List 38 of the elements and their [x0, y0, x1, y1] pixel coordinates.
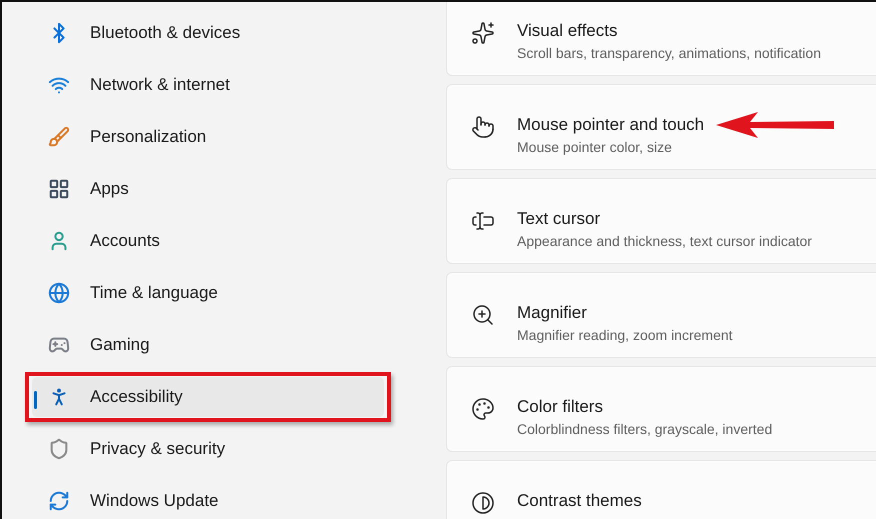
settings-card[interactable]: Magnifier Magnifier reading, zoom increment [446, 272, 876, 358]
sidebar-item[interactable]: Personalization [32, 117, 384, 157]
settings-card[interactable]: Visual effects Scroll bars, transparency, animations, notification [446, 2, 876, 76]
zoom-in-icon [471, 303, 495, 327]
card-title: Visual effects [517, 21, 618, 41]
card-subtitle: Magnifier reading, zoom increment [517, 327, 733, 343]
sidebar-item[interactable]: Privacy & security [32, 429, 384, 469]
card-subtitle: Colorblindness filters, grayscale, inverted [517, 421, 772, 437]
card-title: Contrast themes [517, 491, 642, 511]
sidebar-item[interactable]: Time & language [32, 273, 384, 313]
sidebar-item[interactable]: Bluetooth & devices [32, 13, 384, 53]
settings-card[interactable]: Text cursor Appearance and thickness, text cursor indicator [446, 178, 876, 264]
palette-icon [471, 397, 495, 421]
globe-icon [48, 282, 70, 304]
sidebar-item[interactable]: Accounts [32, 221, 384, 261]
sparkles-icon [471, 21, 495, 45]
card-title: Color filters [517, 397, 603, 417]
sidebar-item[interactable]: Gaming [32, 325, 384, 365]
settings-card[interactable]: Color filters Colorblindness filters, grayscale, inverted [446, 366, 876, 452]
sidebar-item[interactable]: Apps [32, 169, 384, 209]
card-title: Mouse pointer and touch [517, 115, 704, 135]
brush-icon [48, 126, 70, 148]
sidebar-item[interactable]: Windows Update [32, 481, 384, 519]
card-subtitle: Scroll bars, transparency, animations, notification [517, 45, 821, 61]
card-title: Magnifier [517, 303, 587, 323]
hand-pointer-icon [471, 115, 495, 139]
sidebar-item[interactable]: Accessibility [32, 377, 384, 417]
card-subtitle: Appearance and thickness, text cursor indicator [517, 233, 812, 249]
sidebar-item[interactable]: Network & internet [32, 65, 384, 105]
card-title: Text cursor [517, 209, 600, 229]
apps-grid-icon [48, 178, 70, 200]
settings-card[interactable]: Mouse pointer and touch Mouse pointer color, size [446, 84, 876, 170]
contrast-icon [471, 491, 495, 515]
settings-card[interactable]: Contrast themes [446, 460, 876, 519]
shield-icon [48, 438, 70, 460]
card-subtitle: Mouse pointer color, size [517, 139, 673, 155]
selection-indicator [34, 391, 37, 409]
update-arrows-icon [48, 490, 70, 512]
